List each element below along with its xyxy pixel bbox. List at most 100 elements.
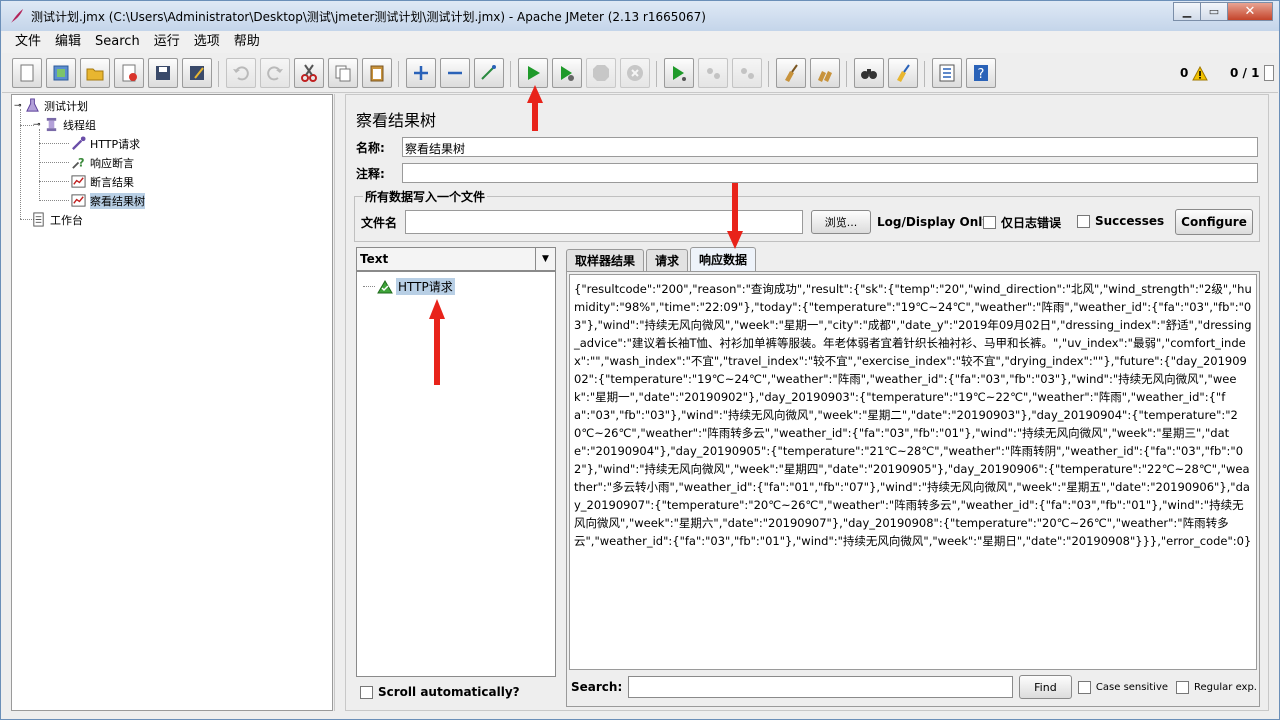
list-icon <box>939 64 955 82</box>
copy-button[interactable] <box>328 58 358 88</box>
expand-all-button[interactable] <box>406 58 436 88</box>
tab-response-data[interactable]: 响应数据 <box>690 247 757 271</box>
jmeter-window: 测试计划.jmx (C:\Users\Administrator\Desktop… <box>0 0 1280 720</box>
stop-button[interactable] <box>586 58 616 88</box>
name-label: 名称: <box>356 140 385 155</box>
help-question-icon: ? <box>974 65 988 82</box>
response-body-text[interactable]: {"resultcode":"200","reason":"查询成功","res… <box>569 274 1257 670</box>
tree-node-test-plan[interactable]: ⊸ 测试计划 <box>14 97 88 114</box>
open-button[interactable] <box>80 58 110 88</box>
play-no-pause-icon <box>561 66 574 81</box>
name-input[interactable]: 察看结果树 <box>402 137 1258 157</box>
redo-button[interactable] <box>260 58 290 88</box>
browse-button[interactable]: 浏览... <box>811 210 871 234</box>
play-icon <box>528 66 540 80</box>
cut-button[interactable] <box>294 58 324 88</box>
sample-results-list: HTTP请求 <box>356 271 556 677</box>
menu-options[interactable]: 选项 <box>187 31 227 53</box>
collapse-all-button[interactable] <box>440 58 470 88</box>
warning-triangle-icon[interactable] <box>1192 66 1208 81</box>
menu-run[interactable]: 运行 <box>147 31 187 53</box>
success-sampler-icon <box>377 279 393 293</box>
save-button[interactable] <box>148 58 178 88</box>
menu-bar: 文件 编辑 Search 运行 选项 帮助 <box>2 31 1278 53</box>
window-title: 测试计划.jmx (C:\Users\Administrator\Desktop… <box>31 9 706 24</box>
regex-checkbox[interactable]: Regular exp. <box>1176 680 1257 694</box>
close-file-button[interactable] <box>114 58 144 88</box>
toolbar-separator <box>510 61 511 87</box>
new-button[interactable] <box>12 58 42 88</box>
toolbar: ? 0 0 / 1 <box>2 53 1278 93</box>
paste-button[interactable] <box>362 58 392 88</box>
chevron-down-icon[interactable]: ▼ <box>535 248 555 270</box>
toolbar-separator <box>656 61 657 87</box>
search-button[interactable] <box>854 58 884 88</box>
expand-toggle-icon[interactable]: ⊸ <box>33 120 43 130</box>
errors-only-checkbox[interactable]: 仅日志错误 <box>983 214 1061 231</box>
renderer-value: Text <box>360 252 389 266</box>
tree-node-thread-group[interactable]: ⊸ 线程组 <box>33 116 96 133</box>
minus-icon <box>448 71 462 75</box>
save-as-button[interactable] <box>182 58 212 88</box>
remote-shutdown-button[interactable] <box>732 58 762 88</box>
clear-all-button[interactable] <box>810 58 840 88</box>
expand-toggle-icon[interactable]: ⊸ <box>14 101 24 111</box>
window-controls: ▁ ▭ ✕ <box>1173 2 1273 21</box>
scroll-automatically-checkbox[interactable]: Scroll automatically? <box>360 685 520 699</box>
reset-broom-icon <box>897 64 910 82</box>
annotation-arrow-response-tab <box>727 183 743 249</box>
close-button[interactable]: ✕ <box>1227 2 1273 21</box>
maximize-button[interactable]: ▭ <box>1200 2 1228 21</box>
search-input[interactable] <box>628 676 1013 698</box>
tree-node-response-assertion[interactable]: ? 响应断言 <box>70 154 134 171</box>
start-no-pauses-button[interactable] <box>552 58 582 88</box>
new-file-icon <box>20 64 34 82</box>
tab-request[interactable]: 请求 <box>646 249 689 271</box>
result-item[interactable]: HTTP请求 <box>377 278 455 295</box>
case-sensitive-checkbox[interactable]: Case sensitive <box>1077 680 1168 694</box>
panel-title: 察看结果树 <box>356 111 437 130</box>
successes-checkbox[interactable]: Successes <box>1077 214 1164 228</box>
binoculars-icon <box>861 69 877 79</box>
clear-button[interactable] <box>776 58 806 88</box>
reset-search-button[interactable] <box>888 58 918 88</box>
tree-connector <box>363 286 375 287</box>
templates-button[interactable] <box>46 58 76 88</box>
results-splitter[interactable] <box>559 247 563 707</box>
tree-node-view-results-tree[interactable]: 察看结果树 <box>70 192 145 209</box>
toggle-button[interactable] <box>474 58 504 88</box>
templates-icon <box>53 65 69 81</box>
search-row: Search: Find Case sensitive Regular exp. <box>571 674 1257 700</box>
checkbox-box <box>1077 214 1090 228</box>
menu-file[interactable]: 文件 <box>8 31 48 53</box>
tree-node-workbench[interactable]: 工作台 <box>30 211 83 228</box>
test-plan-flask-icon <box>24 98 40 114</box>
menu-help[interactable]: 帮助 <box>227 31 267 53</box>
view-results-tree-panel: 察看结果树 名称: 察看结果树 注释: 所有数据写入一个文件 文件名 浏览...… <box>345 94 1269 711</box>
tree-node-assertion-results[interactable]: 断言结果 <box>70 173 134 190</box>
menu-edit[interactable]: 编辑 <box>48 31 88 53</box>
tree-node-http-request[interactable]: HTTP请求 <box>70 135 140 152</box>
active-threads: 0 / 1 <box>1230 66 1260 80</box>
function-helper-button[interactable] <box>932 58 962 88</box>
tab-sampler-result[interactable]: 取样器结果 <box>566 249 645 271</box>
assertion-question-icon: ? <box>70 155 86 171</box>
shutdown-button[interactable] <box>620 58 650 88</box>
renderer-select[interactable]: Text ▼ <box>356 247 556 271</box>
plus-icon <box>414 66 428 80</box>
find-button[interactable]: Find <box>1018 675 1072 699</box>
help-button[interactable]: ? <box>966 58 996 88</box>
configure-button[interactable]: Configure <box>1175 209 1253 235</box>
http-sampler-pipette-icon <box>70 136 86 152</box>
checkbox-box <box>983 216 996 229</box>
workbench-clipboard-icon <box>30 212 46 228</box>
remote-start-button[interactable] <box>664 58 694 88</box>
pane-splitter[interactable] <box>334 94 344 711</box>
undo-button[interactable] <box>226 58 256 88</box>
minimize-button[interactable]: ▁ <box>1173 2 1201 21</box>
annotation-arrow-result-item <box>429 299 445 385</box>
comment-input[interactable] <box>402 163 1258 183</box>
remote-stop-button[interactable] <box>698 58 728 88</box>
menu-search[interactable]: Search <box>88 31 147 53</box>
result-tabs: 取样器结果 请求 响应数据 <box>566 247 1260 271</box>
